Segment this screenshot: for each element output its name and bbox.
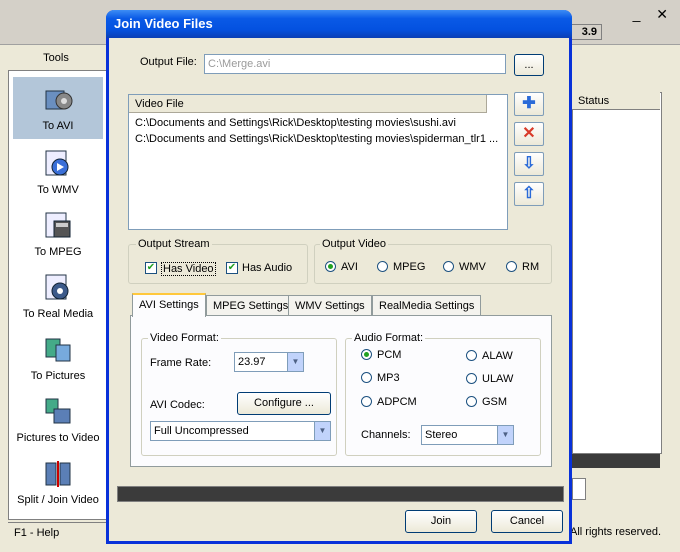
chevron-down-icon: ▼ bbox=[497, 426, 513, 444]
has-audio-label[interactable]: Has Audio bbox=[242, 262, 292, 274]
has-audio-checkbox[interactable]: ✔ bbox=[226, 262, 238, 274]
job-list-panel bbox=[572, 92, 662, 454]
sidebar-item-label: To AVI bbox=[42, 120, 74, 132]
audio-pcm-radio[interactable] bbox=[361, 349, 372, 360]
audio-alaw-label[interactable]: ALAW bbox=[482, 350, 513, 362]
add-icon: ✚ bbox=[522, 95, 536, 112]
output-video-title: Output Video bbox=[320, 238, 389, 250]
avi-codec-value: Full Uncompressed bbox=[154, 425, 249, 437]
has-video-checkbox[interactable]: ✔ bbox=[145, 262, 157, 274]
sidebar-item-to-avi[interactable]: To AVI bbox=[13, 77, 103, 139]
window-controls[interactable]: _ ✕ bbox=[633, 6, 674, 23]
audio-ulaw-label[interactable]: ULAW bbox=[482, 373, 513, 385]
tools-header: Tools bbox=[43, 52, 69, 64]
list-item[interactable]: C:\Documents and Settings\Rick\Desktop\t… bbox=[135, 117, 456, 129]
output-avi-radio[interactable] bbox=[325, 261, 336, 272]
output-wmv-radio[interactable] bbox=[443, 261, 454, 272]
real-media-icon bbox=[45, 274, 69, 300]
output-wmv-label[interactable]: WMV bbox=[459, 261, 486, 273]
chevron-down-icon: ▼ bbox=[314, 422, 330, 440]
pictures-icon bbox=[45, 338, 71, 362]
tab-mpeg-settings[interactable]: MPEG Settings bbox=[206, 295, 296, 315]
list-item[interactable]: C:\Documents and Settings\Rick\Desktop\t… bbox=[135, 133, 498, 145]
move-up-button[interactable]: ⇧ bbox=[514, 182, 544, 206]
audio-gsm-label[interactable]: GSM bbox=[482, 396, 507, 408]
output-rm-label[interactable]: RM bbox=[522, 261, 539, 273]
move-up-icon: ⇧ bbox=[522, 185, 536, 202]
output-file-label: Output File: bbox=[140, 56, 197, 68]
output-rm-radio[interactable] bbox=[506, 261, 517, 272]
add-file-button[interactable]: ✚ bbox=[514, 92, 544, 116]
background-small-field bbox=[572, 478, 586, 500]
sidebar-item-to-wmv[interactable]: To WMV bbox=[9, 141, 107, 203]
status-bar-copyright: All rights reserved. bbox=[570, 526, 662, 538]
sidebar-item-to-pictures[interactable]: To Pictures bbox=[9, 327, 107, 389]
output-stream-title: Output Stream bbox=[136, 238, 212, 250]
move-down-button[interactable]: ⇩ bbox=[514, 152, 544, 176]
background-progress-bar bbox=[572, 454, 660, 468]
channels-value: Stereo bbox=[425, 429, 458, 441]
join-button[interactable]: Join bbox=[405, 510, 477, 533]
move-down-icon: ⇩ bbox=[522, 155, 536, 172]
video-format-title: Video Format: bbox=[148, 332, 221, 344]
version-text: 3.9 bbox=[581, 26, 597, 38]
avi-codec-label: AVI Codec: bbox=[150, 399, 205, 411]
dialog-title: Join Video Files bbox=[106, 10, 572, 38]
sidebar-item-to-mpeg[interactable]: To MPEG bbox=[9, 203, 107, 265]
avi-film-icon bbox=[45, 90, 73, 110]
mpeg-icon bbox=[45, 212, 71, 238]
audio-adpcm-label[interactable]: ADPCM bbox=[377, 396, 417, 408]
status-column-header: Status bbox=[572, 92, 660, 110]
output-mpeg-radio[interactable] bbox=[377, 261, 388, 272]
sidebar-item-pictures-to-video[interactable]: Pictures to Video bbox=[9, 389, 107, 451]
frame-rate-value: 23.97 bbox=[238, 356, 266, 368]
status-bar-help: F1 - Help bbox=[8, 522, 106, 542]
split-join-icon bbox=[45, 461, 71, 487]
configure-button[interactable]: Configure ... bbox=[237, 392, 331, 415]
sidebar-item-to-real-media[interactable]: To Real Media bbox=[9, 265, 107, 327]
frame-rate-label: Frame Rate: bbox=[150, 357, 212, 369]
frame-rate-select[interactable]: 23.97 ▼ bbox=[234, 352, 304, 372]
sidebar-item-label: To Real Media bbox=[22, 308, 94, 320]
channels-label: Channels: bbox=[361, 429, 411, 441]
list-header-video-file[interactable]: Video File bbox=[129, 95, 487, 113]
sidebar-item-split-join[interactable]: Split / Join Video bbox=[9, 451, 107, 513]
audio-format-title: Audio Format: bbox=[352, 332, 426, 344]
tab-wmv-settings[interactable]: WMV Settings bbox=[288, 295, 372, 315]
channels-select[interactable]: Stereo ▼ bbox=[421, 425, 514, 445]
output-mpeg-label[interactable]: MPEG bbox=[393, 261, 425, 273]
wmv-icon bbox=[45, 150, 69, 176]
remove-file-button[interactable]: ✕ bbox=[514, 122, 544, 146]
audio-mp3-label[interactable]: MP3 bbox=[377, 372, 400, 384]
audio-mp3-radio[interactable] bbox=[361, 372, 372, 383]
cancel-button[interactable]: Cancel bbox=[491, 510, 563, 533]
output-file-field[interactable]: C:\Merge.avi bbox=[204, 54, 506, 74]
sidebar-item-label: To WMV bbox=[37, 184, 79, 196]
sidebar-item-label: To MPEG bbox=[34, 246, 82, 258]
has-video-label[interactable]: Has Video bbox=[161, 262, 216, 276]
remove-icon: ✕ bbox=[522, 125, 536, 142]
video-file-list[interactable]: Video File C:\Documents and Settings\Ric… bbox=[128, 94, 508, 230]
audio-ulaw-radio[interactable] bbox=[466, 373, 477, 384]
audio-pcm-label[interactable]: PCM bbox=[377, 349, 401, 361]
audio-alaw-radio[interactable] bbox=[466, 350, 477, 361]
sidebar-item-label: Pictures to Video bbox=[16, 432, 100, 444]
output-avi-label[interactable]: AVI bbox=[341, 261, 358, 273]
chevron-down-icon: ▼ bbox=[287, 353, 303, 371]
avi-codec-select[interactable]: Full Uncompressed ▼ bbox=[150, 421, 331, 441]
audio-gsm-radio[interactable] bbox=[466, 396, 477, 407]
pictures-to-video-icon bbox=[45, 398, 71, 424]
tab-realmedia-settings[interactable]: RealMedia Settings bbox=[372, 295, 482, 315]
sidebar-item-label: To Pictures bbox=[30, 370, 86, 382]
browse-button[interactable]: ... bbox=[514, 54, 544, 76]
audio-adpcm-radio[interactable] bbox=[361, 396, 372, 407]
sidebar-item-label: Split / Join Video bbox=[17, 494, 99, 506]
join-progress-bar bbox=[117, 486, 564, 502]
tools-sidebar: To AVI To WMV To MPEG To Real Media To P… bbox=[8, 70, 108, 520]
tab-avi-settings[interactable]: AVI Settings bbox=[132, 293, 206, 317]
